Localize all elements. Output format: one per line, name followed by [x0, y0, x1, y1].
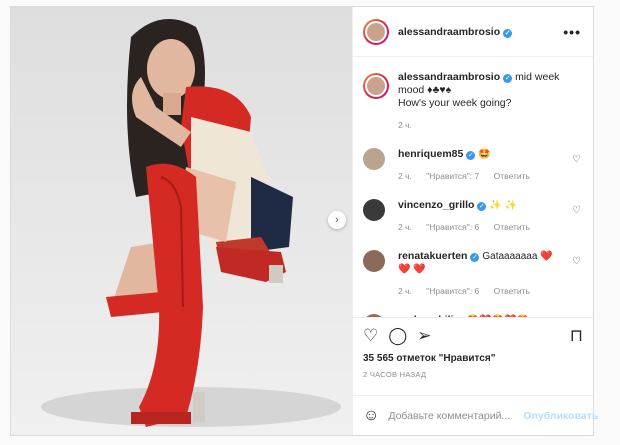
- comment-icon[interactable]: ◯: [388, 326, 407, 346]
- comment-item: andreschiliro 🤩❤️🤩❤️🤩 ♡: [363, 314, 581, 317]
- commenter-avatar[interactable]: [363, 250, 385, 272]
- add-comment-bar: ☺ Опубликовать: [353, 395, 598, 435]
- comment-like-icon[interactable]: ♡: [572, 205, 581, 216]
- comment-text: ✨ ✨: [489, 200, 518, 211]
- commenter-avatar[interactable]: [363, 199, 385, 221]
- reply-button[interactable]: Ответить: [494, 222, 530, 232]
- post-time: 2 ЧАСОВ НАЗАД: [363, 370, 427, 379]
- comment-item: henriquem85 ✓ 🤩 2 ч. "Нравится": 7 Ответи…: [363, 148, 581, 183]
- more-options-icon[interactable]: •••: [563, 24, 581, 40]
- comment-text: 🤩: [478, 149, 491, 160]
- caption-username[interactable]: alessandraambrosio: [398, 71, 500, 83]
- comment-like-icon[interactable]: ♡: [572, 154, 581, 165]
- post-actions: ♡ ◯ ➢ ⊓ 35 565 отметок "Нравится" 2 ЧАСО…: [353, 317, 593, 395]
- reply-button[interactable]: Ответить: [494, 286, 530, 296]
- bookmark-icon[interactable]: ⊓: [570, 326, 583, 346]
- comment-likes[interactable]: "Нравится": 6: [426, 222, 479, 232]
- post-header: alessandraambrosio ✓ •••: [353, 7, 593, 57]
- emoji-icon[interactable]: ☺: [363, 407, 379, 425]
- verified-icon: ✓: [477, 202, 487, 211]
- comment-text: 🤩❤️🤩❤️🤩: [467, 315, 529, 317]
- post-sidebar: alessandraambrosio ✓ ••• alessandraambros…: [353, 7, 598, 435]
- likes-count[interactable]: 35 565 отметок "Нравится": [363, 353, 583, 364]
- commenter-username[interactable]: henriquem85: [398, 148, 463, 160]
- commenter-avatar[interactable]: [363, 314, 385, 317]
- share-icon[interactable]: ➢: [417, 326, 431, 346]
- post-photo[interactable]: ›: [11, 7, 353, 435]
- author-username[interactable]: alessandraambrosio ✓: [398, 26, 513, 38]
- next-photo-button[interactable]: ›: [328, 211, 346, 229]
- comment-time: 2 ч.: [398, 222, 412, 232]
- comment-likes[interactable]: "Нравится": 6: [426, 286, 479, 296]
- photo-illustration: [41, 19, 341, 427]
- comment-item: renatakuerten ✓ Gataaaaaaa ❤️ ❤️ ❤️ 2 ч. …: [363, 250, 581, 298]
- commenter-username[interactable]: vincenzo_grillo: [398, 199, 474, 211]
- verified-icon: ✓: [503, 74, 513, 83]
- comment-likes[interactable]: "Нравится": 7: [426, 171, 479, 181]
- verified-icon: ✓: [466, 151, 476, 160]
- comment-time: 2 ч.: [398, 286, 412, 296]
- chevron-right-icon: ›: [335, 214, 339, 226]
- author-avatar[interactable]: [363, 18, 389, 45]
- reply-button[interactable]: Ответить: [494, 171, 530, 181]
- instagram-post: › alessandraambrosio ✓ ••• alessandraambr…: [10, 6, 598, 436]
- commenter-username[interactable]: renatakuerten: [398, 250, 467, 262]
- caption-time: 2 ч.: [398, 120, 412, 130]
- verified-icon: ✓: [470, 253, 480, 262]
- like-icon[interactable]: ♡: [363, 326, 378, 346]
- verified-icon: ✓: [503, 28, 513, 38]
- commenter-username[interactable]: andreschiliro: [398, 314, 464, 317]
- comment-input[interactable]: [388, 409, 524, 422]
- caption-avatar[interactable]: [363, 73, 389, 99]
- post-caption: alessandraambrosio ✓ mid week mood ♦♣♥♠ H…: [363, 71, 581, 132]
- comment-time: 2 ч.: [398, 171, 412, 181]
- publish-button[interactable]: Опубликовать: [523, 410, 598, 422]
- commenter-avatar[interactable]: [363, 148, 385, 170]
- comments-list[interactable]: alessandraambrosio ✓ mid week mood ♦♣♥♠ H…: [353, 57, 593, 317]
- caption-line2: How's your week going?: [398, 97, 512, 109]
- comment-item: vincenzo_grillo ✓ ✨ ✨ 2 ч. "Нравится": 6 …: [363, 199, 581, 234]
- comment-like-icon[interactable]: ♡: [572, 256, 581, 267]
